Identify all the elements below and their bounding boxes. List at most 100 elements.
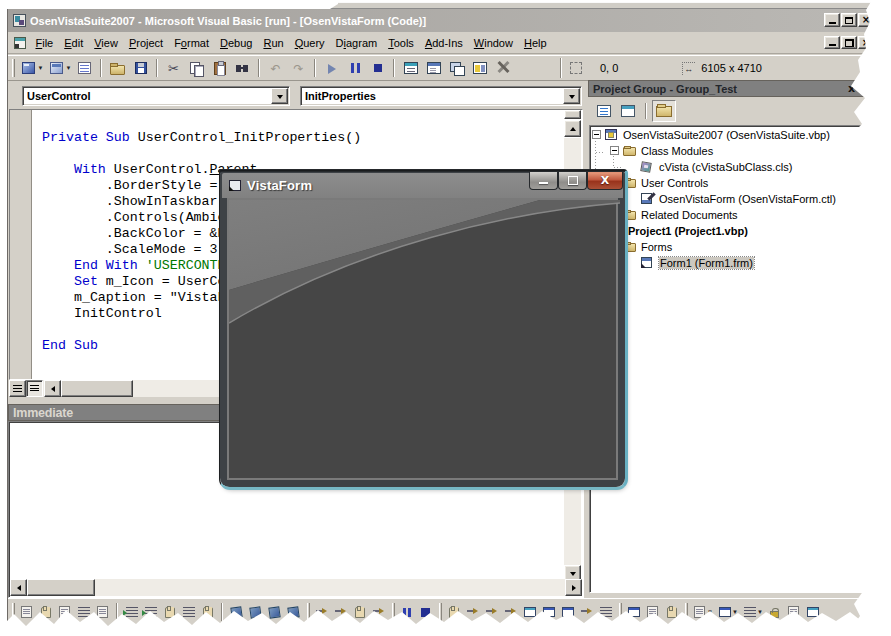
tree-item-label[interactable]: OsenVistaSuite2007 (OsenVistaSuite.vbp) [623, 129, 830, 141]
object-browser-button[interactable] [468, 58, 491, 79]
tree-item-label[interactable]: Class Modules [641, 145, 713, 157]
menu-edit[interactable]: Edit [59, 37, 89, 49]
toolbox-icon [496, 61, 510, 75]
menu-addins[interactable]: Add-Ins [419, 37, 468, 49]
project-panel-header[interactable]: Project Group - Group_Test x [588, 80, 868, 97]
toolbox-button[interactable] [491, 58, 514, 79]
tree-item-class[interactable]: Class Modules [590, 143, 865, 159]
tree-item-project1[interactable]: Project1 (Project1.vbp) [590, 223, 865, 239]
maximize-button[interactable] [841, 13, 857, 27]
cut-button[interactable] [162, 58, 185, 79]
start-button[interactable] [320, 58, 343, 79]
tree-item-osenvistasuite2007[interactable]: OsenVistaSuite2007 (OsenVistaSuite.vbp) [590, 127, 865, 143]
tree-collapse-icon[interactable] [592, 130, 601, 139]
menu-format[interactable]: Format [169, 37, 215, 49]
menu-view[interactable]: View [89, 37, 124, 49]
project-tree-rows: OsenVistaSuite2007 (OsenVistaSuite.vbp) C… [590, 127, 865, 592]
menu-tools[interactable]: Tools [383, 37, 420, 49]
lines-icon [78, 607, 90, 617]
view-object-button[interactable] [616, 100, 640, 122]
procedure-combo[interactable]: InitProperties [300, 86, 582, 106]
menu-diagram[interactable]: Diagram [330, 37, 383, 49]
objbr-icon [473, 62, 487, 74]
immediate-horizontal-scrollbar[interactable] [10, 579, 582, 596]
tree-item-osenvistaform[interactable]: OsenVistaForm (OsenVistaForm.ctl) [590, 191, 865, 207]
menu-query[interactable]: Query [289, 37, 330, 49]
minimize-button[interactable] [824, 13, 840, 27]
tree-item-form1[interactable]: Form1 (Form1.frm) [590, 255, 865, 271]
find-button[interactable] [231, 58, 254, 79]
tree-item-label[interactable]: OsenVistaForm (OsenVistaForm.ctl) [659, 193, 836, 205]
menu-debug[interactable]: Debug [214, 37, 257, 49]
tree-item-label[interactable]: Project1 (Project1.vbp) [628, 225, 748, 237]
bottom-tool-doc[interactable] [17, 604, 36, 621]
menu-window[interactable]: Window [468, 37, 518, 49]
mdi-minimize-button[interactable] [824, 36, 840, 49]
object-combo-value: UserControl [27, 90, 271, 102]
toolbar-grip[interactable] [12, 59, 15, 77]
properties-window-button[interactable] [422, 58, 445, 79]
procedure-combo-dropdown-icon[interactable] [563, 88, 580, 104]
view-code-icon [597, 105, 611, 117]
tree-item-label[interactable]: Related Documents [641, 209, 738, 221]
tree-item-label[interactable]: Form1 (Form1.frm) [659, 257, 754, 269]
object-combo-dropdown-icon[interactable] [271, 88, 288, 104]
vistaform-minimize-button[interactable] [529, 172, 558, 190]
step-icon [467, 607, 478, 618]
toggle-folders-button[interactable] [652, 100, 676, 122]
copy-button[interactable] [185, 58, 208, 79]
save-project-button[interactable] [129, 58, 152, 79]
tree-collapse-icon[interactable] [610, 146, 619, 155]
tree-item-related[interactable]: Related Documents [590, 207, 865, 223]
view-code-button[interactable] [592, 100, 616, 122]
immediate-scroll-left-button[interactable] [10, 579, 27, 596]
menu-run[interactable]: Run [258, 37, 289, 49]
vistaform-close-button[interactable]: X [587, 172, 623, 190]
undo-icon [269, 61, 282, 75]
object-combo[interactable]: UserControl [22, 86, 290, 106]
form-layout-button[interactable] [445, 58, 468, 79]
menu-project[interactable]: Project [123, 37, 168, 49]
tree-item-label[interactable]: User Controls [641, 177, 708, 189]
procedure-view-button[interactable] [9, 380, 26, 397]
mdi-restore-button[interactable] [841, 36, 857, 49]
scroll-left-button[interactable] [44, 380, 61, 397]
toolbar-separator [258, 59, 260, 77]
project-tree: OsenVistaSuite2007 (OsenVistaSuite.vbp) C… [589, 125, 866, 593]
vistaform-maximize-button[interactable] [558, 172, 587, 190]
full-module-view-button[interactable] [26, 380, 43, 397]
tree-item-label[interactable]: Forms [641, 241, 672, 253]
doc-icon [97, 606, 108, 618]
scroll-up-button[interactable] [564, 120, 581, 137]
immediate-title: Immediate [13, 406, 73, 420]
open-icon [110, 65, 125, 75]
tree-item-label[interactable]: cVista (cVistaSubClass.cls) [659, 161, 792, 173]
props-icon [427, 62, 441, 74]
mdi-minimize-icon [829, 44, 836, 46]
hscroll-thumb[interactable] [61, 380, 133, 397]
tree-item-cvista[interactable]: cVista (cVistaSubClass.cls) [590, 159, 865, 175]
immediate-scroll-right-button[interactable] [565, 579, 582, 596]
end-button[interactable] [366, 58, 389, 79]
open-project-button[interactable] [106, 58, 129, 79]
screenshot-page: OsenVistaSuite2007 - Microsoft Visual Ba… [0, 0, 891, 636]
immediate-hscroll-thumb[interactable] [27, 579, 95, 596]
paste-button[interactable] [208, 58, 231, 79]
tree-item-user[interactable]: User Controls [590, 175, 865, 191]
add-form-button[interactable] [45, 58, 67, 79]
menu-file[interactable]: File [30, 37, 59, 49]
menu-editor-button[interactable] [73, 58, 96, 79]
tree-item-forms[interactable]: Forms [590, 239, 865, 255]
split-handle[interactable] [564, 110, 581, 119]
toggle-folders-icon [656, 106, 672, 117]
bottom-grip[interactable] [439, 603, 442, 621]
project-explorer-button[interactable] [399, 58, 422, 79]
winexp-icon [404, 62, 418, 74]
redo-button[interactable] [287, 58, 310, 79]
add-project-button[interactable] [17, 58, 39, 79]
menu-bar: FileEditViewProjectFormatDebugRunQueryDi… [8, 32, 868, 54]
break-button[interactable] [343, 58, 366, 79]
undo-button[interactable] [264, 58, 287, 79]
vistaform-icon [229, 180, 241, 191]
menu-help[interactable]: Help [518, 37, 552, 49]
